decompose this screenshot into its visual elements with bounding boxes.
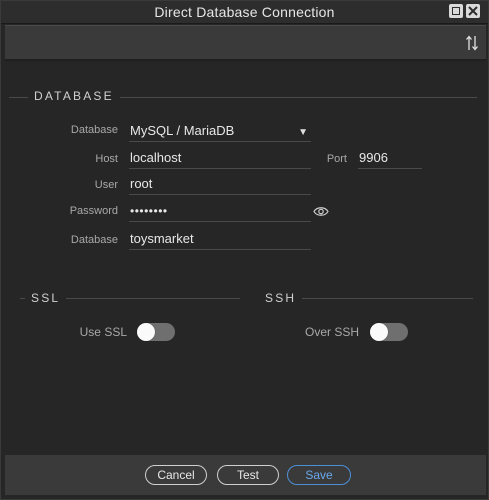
use-ssl-toggle[interactable] bbox=[137, 323, 175, 341]
toggle-knob bbox=[137, 323, 155, 341]
password-value: •••••••• bbox=[130, 204, 168, 218]
host-label: Host bbox=[95, 153, 118, 165]
port-value: 9906 bbox=[359, 150, 388, 165]
user-value: root bbox=[130, 176, 153, 191]
over-ssh-label: Over SSH bbox=[304, 325, 359, 339]
dialog-footer: Cancel Test Save bbox=[5, 455, 486, 495]
save-button[interactable]: Save bbox=[287, 465, 351, 485]
database-name-field[interactable]: toysmarket bbox=[129, 229, 311, 250]
password-label: Password bbox=[69, 205, 118, 217]
toolbar-shadow bbox=[5, 59, 486, 63]
port-field[interactable]: 9906 bbox=[358, 148, 422, 169]
sort-icon[interactable] bbox=[466, 35, 478, 51]
over-ssh-toggle[interactable] bbox=[370, 323, 408, 341]
user-field[interactable]: root bbox=[129, 174, 311, 195]
ssl-section-title: SSL bbox=[25, 291, 67, 305]
database-section-title: DATABASE bbox=[28, 89, 120, 103]
close-icon[interactable] bbox=[466, 4, 480, 18]
database-type-select[interactable]: MySQL / MariaDB ▼ bbox=[129, 121, 311, 142]
cancel-button[interactable]: Cancel bbox=[145, 465, 207, 485]
window-title: Direct Database Connection bbox=[154, 4, 335, 20]
host-value: localhost bbox=[130, 150, 182, 165]
toggle-knob bbox=[370, 323, 388, 341]
title-bar: Direct Database Connection bbox=[1, 1, 488, 24]
toolbar bbox=[5, 25, 486, 60]
user-label: User bbox=[94, 179, 118, 191]
database-type-value: MySQL / MariaDB bbox=[130, 123, 235, 138]
port-label: Port bbox=[326, 153, 347, 165]
database-name-label: Database bbox=[70, 234, 118, 246]
use-ssl-label: Use SSL bbox=[79, 325, 127, 339]
chevron-down-icon: ▼ bbox=[298, 127, 308, 138]
ssh-section-title: SSH bbox=[259, 291, 303, 305]
test-button[interactable]: Test bbox=[217, 465, 279, 485]
database-type-label: Database bbox=[70, 124, 118, 136]
password-field[interactable]: •••••••• bbox=[129, 201, 311, 222]
connection-dialog: Direct Database Connection DATABASE Data… bbox=[0, 0, 489, 500]
host-field[interactable]: localhost bbox=[129, 148, 311, 169]
eye-icon[interactable] bbox=[313, 206, 329, 217]
maximize-icon[interactable] bbox=[449, 4, 463, 18]
database-name-value: toysmarket bbox=[130, 231, 194, 246]
